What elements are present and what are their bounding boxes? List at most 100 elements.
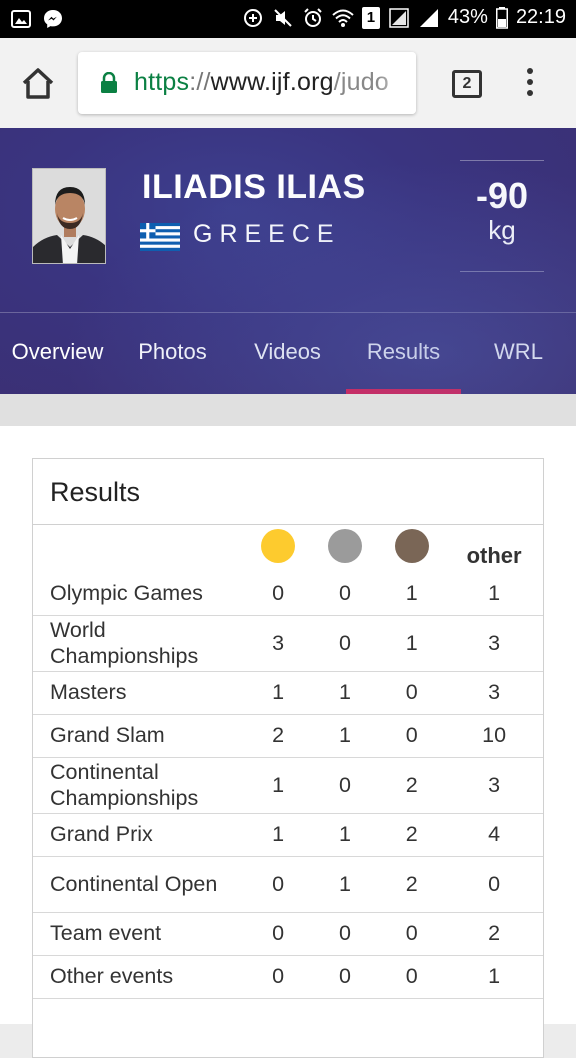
silver-count: 1 <box>311 671 379 715</box>
data-saver-icon <box>243 8 262 27</box>
wifi-icon <box>332 9 354 27</box>
lock-icon <box>101 72 117 93</box>
other-count: 4 <box>445 813 543 857</box>
bronze-count: 2 <box>378 813 446 857</box>
athlete-nav-tabs: Overview Photos Videos Results WRL <box>0 312 576 395</box>
event-name: Olympic Games <box>33 573 245 616</box>
bronze-count: 2 <box>378 757 446 814</box>
browser-toolbar: https://www.ijf.org/judo 2 <box>0 38 576 128</box>
gold-count: 2 <box>244 714 312 758</box>
results-row: Other events 0 0 0 1 <box>33 955 543 999</box>
tab-results[interactable]: Results <box>346 313 461 395</box>
address-bar[interactable]: https://www.ijf.org/judo <box>78 52 416 114</box>
results-row: World Championships 3 0 1 3 <box>33 615 543 672</box>
battery-icon <box>495 6 508 29</box>
results-card: Results other Olympic Games 0 0 1 1 World Cha… <box>32 458 544 1058</box>
other-count: 1 <box>445 955 543 999</box>
other-count: 3 <box>445 671 543 715</box>
results-header-row: other <box>33 525 543 573</box>
bronze-count: 0 <box>378 714 446 758</box>
event-name: Grand Prix <box>33 813 245 857</box>
gold-count: 3 <box>244 615 312 672</box>
bronze-count: 0 <box>378 955 446 999</box>
weight-category: -90 kg <box>460 160 544 272</box>
url-host: www.ijf.org <box>210 68 334 96</box>
results-title: Results <box>33 459 543 525</box>
bronze-count: 1 <box>378 573 446 616</box>
silver-count: 0 <box>311 757 379 814</box>
athlete-photo <box>32 168 106 264</box>
athlete-portrait-image <box>33 169 105 263</box>
browser-menu-icon[interactable] <box>522 68 538 102</box>
status-bar: 1 43% 22:19 <box>0 0 576 38</box>
signal-strength-icon <box>419 8 438 27</box>
results-row: Masters 1 1 0 3 <box>33 671 543 715</box>
silver-count: 0 <box>311 912 379 956</box>
silver-medal-icon <box>327 529 362 563</box>
athlete-header: ILIADIS ILIAS GREECE -90 kg Overview Pho… <box>0 128 576 395</box>
header-other: other <box>466 543 522 568</box>
bronze-count: 0 <box>378 912 446 956</box>
gallery-notification-icon <box>11 10 31 28</box>
results-row: Grand Slam 2 1 0 10 <box>33 714 543 758</box>
bronze-medal-icon <box>394 529 429 563</box>
other-count: 10 <box>445 714 543 758</box>
results-row: Team event 0 0 0 2 <box>33 912 543 956</box>
header-gold <box>245 525 312 573</box>
results-section: Results other Olympic Games 0 0 1 1 World Cha… <box>0 426 576 1058</box>
event-name: Grand Slam <box>33 714 245 758</box>
gold-medal-icon <box>261 529 296 563</box>
sim-badge: 1 <box>361 6 380 29</box>
athlete-name: ILIADIS ILIAS <box>142 168 366 206</box>
header-event <box>33 525 245 573</box>
url-separator: :// <box>189 68 211 96</box>
battery-percent: 43% <box>447 6 488 28</box>
athlete-country: GREECE <box>193 220 341 248</box>
tab-videos[interactable]: Videos <box>230 313 345 395</box>
bronze-count: 2 <box>378 856 446 913</box>
silver-count: 0 <box>311 573 379 616</box>
event-name: Team event <box>33 912 245 956</box>
gold-count: 1 <box>244 813 312 857</box>
clock: 22:19 <box>515 6 566 28</box>
other-count: 1 <box>445 573 543 616</box>
gold-count: 0 <box>244 573 312 616</box>
tab-switcher-button[interactable]: 2 <box>452 70 482 98</box>
greece-flag-icon <box>140 223 180 251</box>
event-name: Continental Championships <box>33 757 245 814</box>
other-count: 3 <box>445 615 543 672</box>
section-divider <box>0 394 576 426</box>
other-count: 2 <box>445 912 543 956</box>
mute-icon <box>274 8 292 27</box>
home-icon[interactable] <box>20 66 56 102</box>
messenger-notification-icon <box>44 10 62 28</box>
event-name: Other events <box>33 955 245 999</box>
alarm-icon <box>304 7 322 27</box>
url-scheme: https <box>134 68 190 96</box>
bronze-count: 1 <box>378 615 446 672</box>
gold-count: 1 <box>244 671 312 715</box>
results-row: Olympic Games 0 0 1 1 <box>33 573 543 616</box>
silver-count: 1 <box>311 813 379 857</box>
url-text: https://www.ijf.org/judo <box>134 68 389 97</box>
results-table: other Olympic Games 0 0 1 1 World Championshi… <box>33 525 543 999</box>
gold-count: 0 <box>244 856 312 913</box>
bronze-count: 0 <box>378 671 446 715</box>
url-fade <box>376 52 416 114</box>
event-name: Continental Open <box>33 856 245 913</box>
silver-count: 0 <box>311 955 379 999</box>
tab-overview[interactable]: Overview <box>0 313 115 395</box>
tab-wrl[interactable]: WRL <box>461 313 576 395</box>
results-row: Continental Championships 1 0 2 3 <box>33 757 543 814</box>
signal-icon <box>389 7 409 28</box>
silver-count: 1 <box>311 856 379 913</box>
weight-value: -90 <box>475 175 529 216</box>
silver-count: 0 <box>311 615 379 672</box>
weight-unit: kg <box>488 215 516 245</box>
event-name: World Championships <box>33 615 245 672</box>
header-silver <box>312 525 379 573</box>
results-row: Continental Open 0 1 2 0 <box>33 856 543 913</box>
gold-count: 1 <box>244 757 312 814</box>
tab-photos[interactable]: Photos <box>115 313 230 395</box>
silver-count: 1 <box>311 714 379 758</box>
